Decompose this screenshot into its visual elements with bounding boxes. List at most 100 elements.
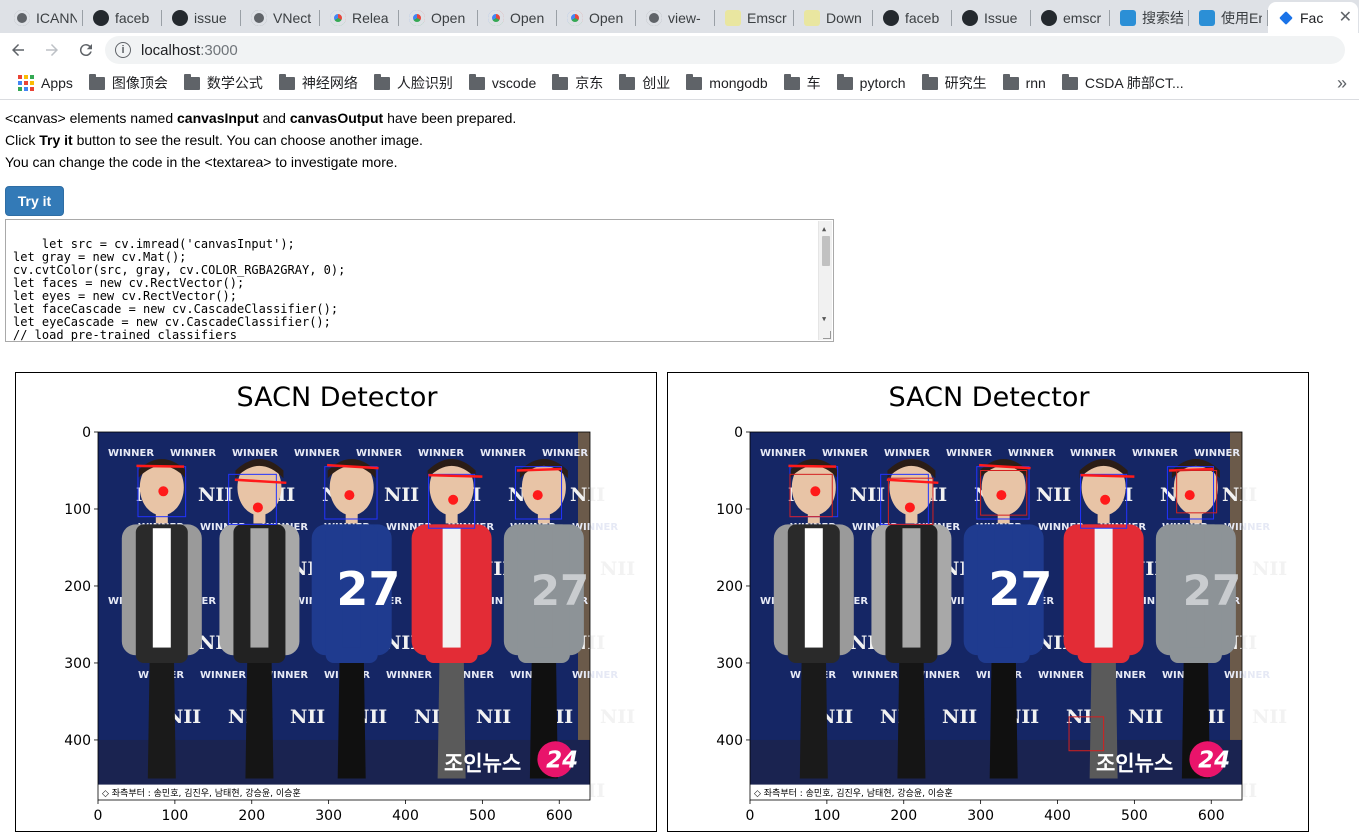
- browser-tab[interactable]: Open: [557, 2, 636, 33]
- backdrop-winner-text: WINNER: [1008, 448, 1054, 459]
- browser-tab[interactable]: Down: [794, 2, 873, 33]
- backdrop-winner-text: WINNER: [884, 448, 930, 459]
- tab-title: issue: [194, 9, 227, 26]
- person-neck: [1189, 507, 1202, 524]
- backdrop-logo-text: NII: [384, 484, 419, 506]
- y-tick-label: 400: [64, 733, 91, 749]
- backdrop-logo-text: NII: [198, 484, 233, 506]
- tab-title: emscr: [1063, 9, 1102, 26]
- bookmark-folder[interactable]: 研究生: [914, 69, 995, 97]
- folder-icon: [783, 73, 800, 90]
- github-icon: [883, 9, 899, 26]
- browser-tab[interactable]: Open: [399, 2, 478, 33]
- nose-point: [1184, 490, 1195, 501]
- address-bar[interactable]: i localhost:3000: [105, 36, 1345, 64]
- person-neck: [1097, 507, 1110, 524]
- reload-button[interactable]: [70, 34, 102, 66]
- backdrop-winner-text: WINNER: [356, 448, 402, 459]
- intro-line-3: You can change the code in the <textarea…: [5, 154, 398, 170]
- tab-title: Open: [431, 9, 466, 26]
- browser-tab[interactable]: 搜索结: [1110, 2, 1189, 33]
- emscripten-icon: [725, 9, 741, 26]
- browser-tab[interactable]: ICANN: [4, 2, 83, 33]
- tab-title: Open: [589, 9, 624, 26]
- browser-toolbar: i localhost:3000: [0, 33, 1359, 67]
- backdrop-logo-text: NII: [850, 484, 885, 506]
- opencv-icon: [567, 9, 583, 26]
- back-button[interactable]: [2, 34, 34, 66]
- browser-tab[interactable]: 使用Em: [1189, 2, 1268, 33]
- globe-icon: [14, 9, 30, 26]
- bookmark-folder[interactable]: 神经网络: [271, 69, 366, 97]
- bookmark-folder[interactable]: 人脸识别: [366, 69, 461, 97]
- folder-icon: [921, 73, 938, 90]
- bookmark-folder[interactable]: 图像顶会: [81, 69, 176, 97]
- folder-icon: [619, 73, 636, 90]
- person-shirt: [1094, 528, 1113, 648]
- bookmark-label: 数学公式: [206, 75, 263, 91]
- person-legs: [337, 647, 366, 779]
- person-neck: [155, 507, 168, 524]
- bookmark-label: rnn: [1025, 75, 1046, 91]
- bookmark-folder[interactable]: pytorch: [829, 69, 914, 97]
- folder-icon: [686, 73, 703, 90]
- backdrop-winner-text: WINNER: [1070, 448, 1116, 459]
- bookmark-folder[interactable]: 创业: [611, 69, 678, 97]
- y-tick-label: 0: [734, 425, 743, 441]
- backdrop-logo-text: NII: [290, 706, 325, 728]
- code-textarea[interactable]: let src = cv.imread('canvasInput'); let …: [5, 219, 834, 342]
- browser-tab[interactable]: Emscr: [715, 2, 794, 33]
- folder-icon: [373, 73, 390, 90]
- textarea-scrollbar[interactable]: ▲ ▼: [818, 221, 832, 340]
- person-legs: [799, 647, 828, 779]
- try-it-button[interactable]: Try it: [5, 186, 64, 216]
- scroll-up-icon[interactable]: ▲: [822, 223, 826, 236]
- backdrop-winner-text: WINNER: [760, 448, 806, 459]
- backdrop-winner-text: WINNER: [418, 448, 464, 459]
- person-shirt: [152, 528, 171, 648]
- bookmark-folder[interactable]: CSDA 肺部CT...: [1054, 69, 1192, 97]
- browser-tab-active[interactable]: Fac ✕: [1268, 2, 1358, 33]
- browser-tab[interactable]: faceb: [83, 2, 162, 33]
- bookmark-folder[interactable]: vscode: [461, 69, 544, 97]
- tab-title: ICANN: [36, 9, 77, 26]
- url-host: localhost: [141, 41, 201, 59]
- browser-tab[interactable]: Relea: [320, 2, 399, 33]
- backdrop-logo-text: NII: [1128, 706, 1163, 728]
- tab-title: faceb: [905, 9, 940, 26]
- backdrop-logo-text: NII: [600, 706, 635, 728]
- backdrop-logo-text: NII: [942, 706, 977, 728]
- browser-tab[interactable]: Issue: [952, 2, 1031, 33]
- browser-tab[interactable]: view-: [636, 2, 715, 33]
- github-icon: [172, 9, 188, 26]
- resize-grip-icon[interactable]: [823, 331, 831, 339]
- backdrop-winner-text: WINNER: [480, 448, 526, 459]
- browser-tab[interactable]: faceb: [873, 2, 952, 33]
- bookmarks-overflow-icon[interactable]: »: [1337, 73, 1347, 94]
- bookmark-folder[interactable]: 车: [776, 69, 829, 97]
- backdrop-logo-text: NII: [1036, 484, 1071, 506]
- bookmark-folder[interactable]: 数学公式: [176, 69, 271, 97]
- bookmark-folder[interactable]: mongodb: [678, 69, 775, 97]
- folder-icon: [552, 73, 569, 90]
- bookmark-folder[interactable]: 京东: [544, 69, 611, 97]
- figure-right: SACN Detector WINNER NII WINNER NII WINNER NII…: [667, 372, 1309, 832]
- browser-tab[interactable]: emscr: [1031, 2, 1110, 33]
- apps-shortcut[interactable]: Apps: [10, 69, 81, 97]
- opencv-icon: [409, 9, 425, 26]
- scroll-down-icon[interactable]: ▼: [822, 313, 826, 326]
- bookmark-folder[interactable]: rnn: [995, 69, 1054, 97]
- close-tab-icon[interactable]: ✕: [1339, 9, 1352, 26]
- browser-tab[interactable]: issue: [162, 2, 241, 33]
- backdrop-winner-text: WINNER: [1224, 670, 1270, 681]
- browser-tab[interactable]: Open: [478, 2, 557, 33]
- forward-button[interactable]: [36, 34, 68, 66]
- photo: WINNER NII WINNER NII WINNER NII WINNER NII WINN…: [750, 432, 1287, 802]
- person-shirt: [250, 528, 269, 648]
- bookmark-label: CSDA 肺部CT...: [1084, 75, 1184, 91]
- backdrop-logo-text: NII: [476, 706, 511, 728]
- info-icon[interactable]: i: [115, 42, 131, 58]
- scroll-thumb[interactable]: [822, 236, 830, 266]
- browser-tab[interactable]: VNect: [241, 2, 320, 33]
- canvas-input-name: canvasInput: [177, 110, 259, 126]
